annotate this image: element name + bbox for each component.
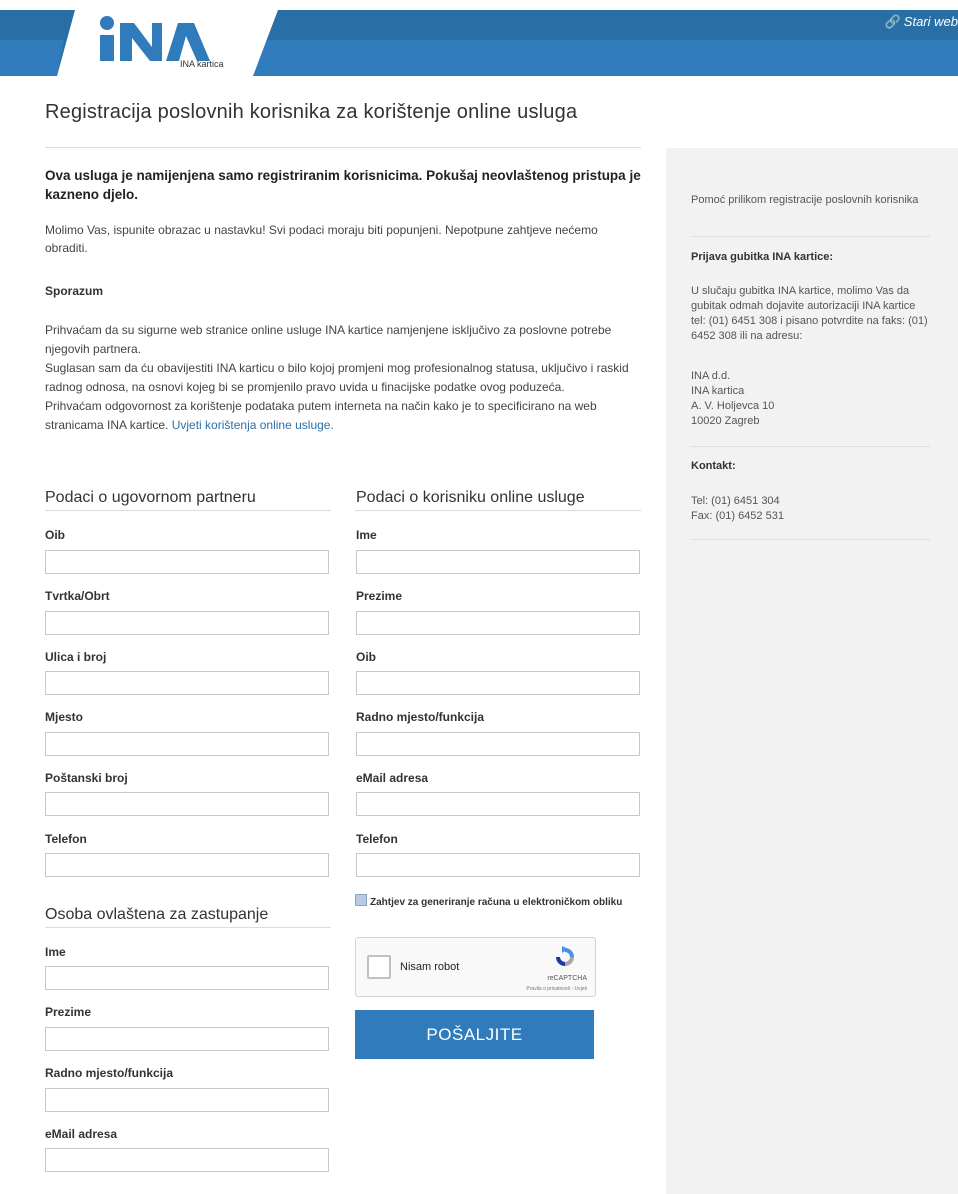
sidebar-divider-3: [691, 539, 930, 540]
partner-oib-input[interactable]: [45, 550, 329, 574]
terms-link[interactable]: Uvjeti korištenja online usluge.: [172, 418, 334, 432]
rep-firstname-input[interactable]: [45, 966, 329, 990]
sidebar-help-text: Pomoć prilikom registracije poslovnih ko…: [691, 194, 919, 206]
user-section-divider: [355, 510, 641, 511]
partner-phone-input[interactable]: [45, 853, 329, 877]
partner-postal-label: Poštanski broj: [45, 771, 128, 785]
link-icon: 🔗: [884, 14, 901, 29]
rep-firstname-label: Ime: [45, 945, 66, 959]
user-firstname-label: Ime: [356, 528, 377, 542]
recaptcha-widget: Nisam robot reCAPTCHA Pravila o privatno…: [355, 937, 596, 997]
page-title: Registracija poslovnih korisnika za kori…: [45, 101, 578, 123]
user-section-title: Podaci o korisniku online usluge: [356, 489, 585, 506]
sidebar-loss-title: Prijava gubitka INA kartice:: [691, 251, 834, 263]
partner-company-label: Tvrtka/Obrt: [45, 589, 110, 603]
user-phone-label: Telefon: [356, 832, 398, 846]
partner-company-input[interactable]: [45, 611, 329, 635]
sidebar-loss-text: U slučaju gubitka INA kartice, molimo Va…: [691, 285, 928, 342]
user-firstname-input[interactable]: [356, 550, 640, 574]
rep-lastname-input[interactable]: [45, 1027, 329, 1051]
recaptcha-checkbox[interactable]: [367, 955, 391, 979]
user-email-input[interactable]: [356, 792, 640, 816]
rep-position-input[interactable]: [45, 1088, 329, 1112]
sidebar-contact-title: Kontakt:: [691, 460, 736, 472]
user-position-input[interactable]: [356, 732, 640, 756]
sidebar-address: INA d.d. INA kartica A. V. Holjevca 10 1…: [691, 369, 931, 429]
partner-oib-label: Oib: [45, 528, 65, 542]
submit-button[interactable]: POŠALJITE: [355, 1010, 594, 1059]
user-oib-label: Oib: [356, 650, 376, 664]
user-phone-input[interactable]: [356, 853, 640, 877]
address-line: 10020 Zagreb: [691, 415, 760, 427]
partner-city-input[interactable]: [45, 732, 329, 756]
rep-email-input[interactable]: [45, 1148, 329, 1172]
user-oib-input[interactable]: [356, 671, 640, 695]
agreement-p2: Suglasan sam da ću obavijestiti INA kart…: [45, 361, 629, 394]
old-web-link[interactable]: 🔗 Stari web: [885, 14, 958, 30]
recaptcha-brand: reCAPTCHA: [547, 975, 587, 982]
address-line: INA d.d.: [691, 370, 731, 382]
agreement-p1: Prihvaćam da su sigurne web stranice onl…: [45, 323, 612, 356]
title-divider: [45, 147, 641, 148]
rep-email-label: eMail adresa: [45, 1127, 118, 1141]
address-line: A. V. Holjevca 10: [691, 400, 775, 412]
sidebar-divider-1: [691, 236, 930, 237]
sidebar-contact: Tel: (01) 6451 304 Fax: (01) 6452 531: [691, 494, 931, 524]
contact-tel: Tel: (01) 6451 304: [691, 495, 780, 507]
header: 🔗 Stari web INA kartica: [0, 0, 958, 76]
address-line: INA kartica: [691, 385, 745, 397]
user-email-label: eMail adresa: [356, 771, 429, 785]
user-lastname-label: Prezime: [356, 589, 403, 603]
einvoice-checkbox-box[interactable]: [355, 894, 367, 906]
agreement-text: Prihvaćam da su sigurne web stranice onl…: [45, 321, 645, 435]
partner-phone-label: Telefon: [45, 832, 87, 846]
representative-section-divider: [45, 927, 331, 928]
agreement-title: Sporazum: [45, 284, 104, 298]
rep-lastname-label: Prezime: [45, 1005, 92, 1019]
partner-city-label: Mjesto: [45, 710, 84, 724]
intro-warning: Ova usluga je namijenjena samo registrir…: [45, 168, 641, 202]
partner-postal-input[interactable]: [45, 792, 329, 816]
user-position-label: Radno mjesto/funkcija: [356, 710, 485, 724]
contact-fax: Fax: (01) 6452 531: [691, 510, 784, 522]
einvoice-checkbox[interactable]: Zahtjev za generiranje računa u elektron…: [355, 894, 622, 908]
rep-position-label: Radno mjesto/funkcija: [45, 1066, 174, 1080]
recaptcha-links[interactable]: Pravila o privatnosti - Uvjeti: [526, 986, 587, 992]
recaptcha-icon: [556, 946, 574, 966]
recaptcha-label: Nisam robot: [400, 961, 460, 973]
partner-section-divider: [45, 510, 331, 511]
partner-street-label: Ulica i broj: [45, 650, 107, 664]
partner-section-title: Podaci o ugovornom partneru: [45, 489, 256, 506]
representative-section-title: Osoba ovlaštena za zastupanje: [45, 906, 269, 923]
partner-street-input[interactable]: [45, 671, 329, 695]
user-lastname-input[interactable]: [356, 611, 640, 635]
sidebar-divider-2: [691, 446, 930, 447]
intro-text: Molimo Vas, ispunite obrazac u nastavku!…: [45, 223, 598, 255]
logo-subtitle: INA kartica: [180, 59, 224, 69]
